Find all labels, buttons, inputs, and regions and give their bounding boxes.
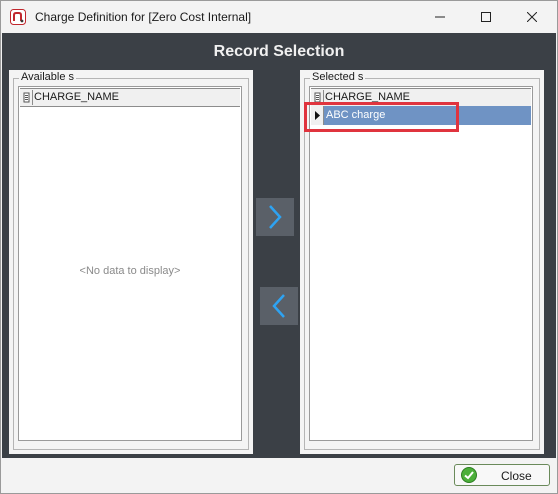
- available-grid-header: CHARGE_NAME: [20, 88, 240, 107]
- page-title: Record Selection: [213, 43, 345, 60]
- record-selection-area: Record Selection Available s CHARGE_NAME: [2, 33, 556, 458]
- dialog-footer: Close: [2, 458, 556, 493]
- green-check-icon: [461, 467, 477, 483]
- window-close-icon: [527, 12, 537, 22]
- dialog-window: Charge Definition for [Zero Cost Interna…: [0, 0, 558, 494]
- column-chooser-icon[interactable]: [21, 90, 33, 105]
- title-bar: Charge Definition for [Zero Cost Interna…: [1, 1, 557, 33]
- minimize-icon: [435, 16, 445, 18]
- maximize-button[interactable]: [463, 1, 509, 33]
- close-button[interactable]: Close: [454, 464, 550, 486]
- minimize-button[interactable]: [417, 1, 463, 33]
- move-left-button[interactable]: [260, 287, 298, 325]
- available-grid[interactable]: CHARGE_NAME <No data to display>: [18, 86, 242, 441]
- available-group-title: Available s: [19, 71, 76, 83]
- app-logo-icon: [10, 9, 26, 25]
- chevron-left-icon: [272, 294, 285, 318]
- available-panel: Available s CHARGE_NAME <No data to disp…: [9, 70, 253, 454]
- empty-grid-message: <No data to display>: [79, 265, 181, 277]
- window-title: Charge Definition for [Zero Cost Interna…: [35, 10, 252, 24]
- chevron-right-icon: [269, 205, 282, 229]
- close-button-label: Close: [501, 469, 532, 483]
- maximize-icon: [481, 12, 491, 22]
- selection-highlight: [304, 102, 459, 132]
- window-close-button[interactable]: [509, 1, 555, 33]
- column-header-charge-name[interactable]: CHARGE_NAME: [34, 91, 119, 103]
- move-right-button[interactable]: [256, 198, 294, 236]
- selected-grid[interactable]: CHARGE_NAME ABC charge: [309, 86, 533, 441]
- selected-group-title: Selected s: [310, 71, 366, 83]
